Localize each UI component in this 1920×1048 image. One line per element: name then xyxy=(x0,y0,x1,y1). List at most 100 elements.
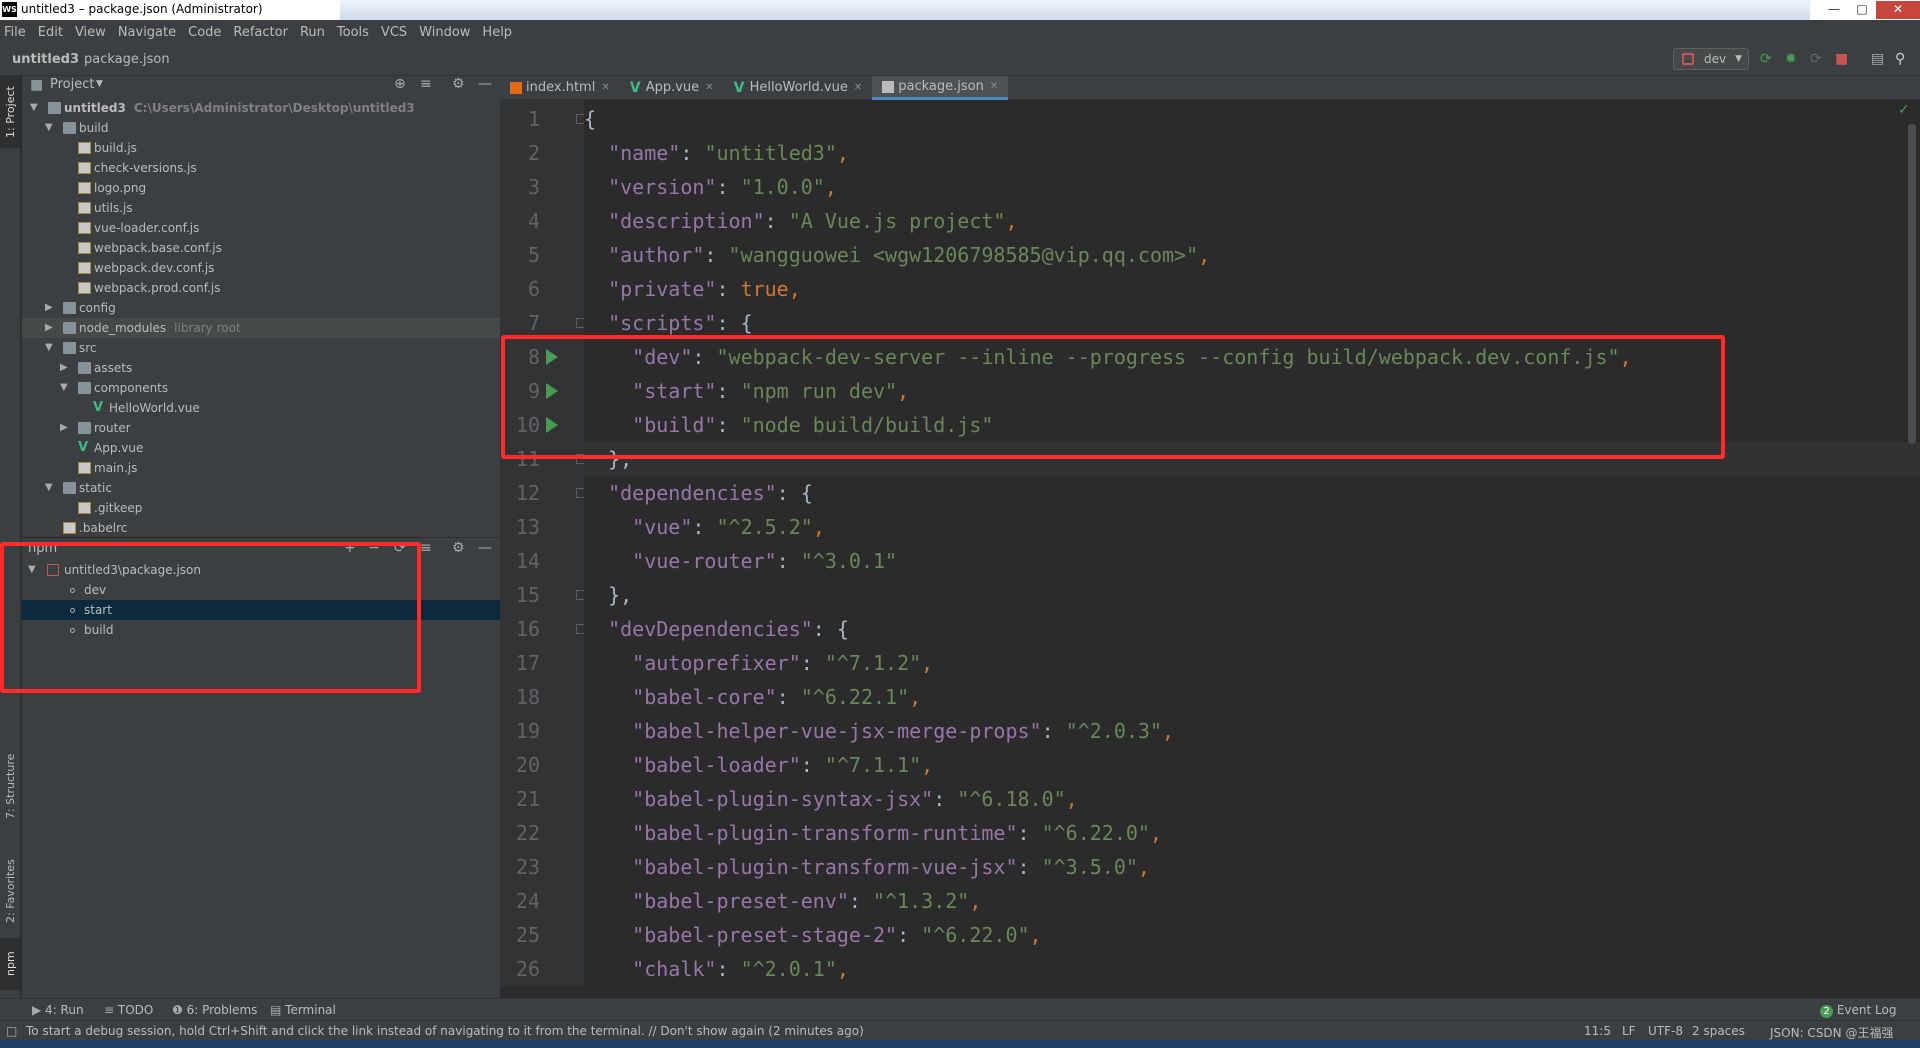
tree-row[interactable]: ▼ static xyxy=(22,478,500,498)
add-icon[interactable]: + xyxy=(344,540,356,556)
code-line: "build": "node build/build.js" xyxy=(584,408,1920,442)
run-config-dropdown[interactable]: dev ▼ xyxy=(1673,48,1749,70)
tree-row[interactable]: .gitkeep xyxy=(22,498,500,518)
maximize-icon[interactable]: □ xyxy=(1848,1,1876,19)
tree-row[interactable]: V App.vue xyxy=(22,438,500,458)
run-script-icon[interactable] xyxy=(546,349,558,365)
chevron-right-icon[interactable]: ▶ xyxy=(60,358,70,378)
chevron-down-icon[interactable]: ▼ xyxy=(45,478,55,498)
menu-item-navigate[interactable]: Navigate xyxy=(118,25,176,40)
menu-item-run[interactable]: Run xyxy=(300,25,325,40)
tree-row[interactable]: ▼ untitled3 C:\Users\Administrator\Desktop… xyxy=(22,98,500,118)
tab-helloworld-vue[interactable]: V HelloWorld.vue ✕ xyxy=(724,76,873,100)
breadcrumb-file[interactable]: package.json xyxy=(84,52,170,67)
chevron-right-icon[interactable]: ▶ xyxy=(60,418,70,438)
collapse-all-icon[interactable]: ≡ xyxy=(420,540,432,556)
tab-package-json[interactable]: package.json ✕ xyxy=(872,75,1009,100)
tab-app-vue[interactable]: V App.vue ✕ xyxy=(620,76,724,100)
npm-script-dev[interactable]: dev xyxy=(22,580,500,600)
structure-tool-tab[interactable]: 7: Structure xyxy=(0,744,21,828)
minimize-icon[interactable]: — xyxy=(1820,1,1848,19)
npm-script-start[interactable]: start xyxy=(22,600,500,620)
menu-item-edit[interactable]: Edit xyxy=(38,25,63,40)
locate-icon[interactable]: ⊕ xyxy=(394,76,406,92)
close-icon[interactable]: ✕ xyxy=(601,76,609,100)
breadcrumb-project[interactable]: untitled3 xyxy=(12,52,79,67)
tree-row[interactable]: webpack.dev.conf.js xyxy=(22,258,500,278)
npm-tool-tab[interactable]: npm xyxy=(0,938,21,990)
menu-item-view[interactable]: View xyxy=(75,25,106,40)
tree-row[interactable]: check-versions.js xyxy=(22,158,500,178)
tree-row[interactable]: main.js xyxy=(22,458,500,478)
tree-row[interactable]: ▼ components xyxy=(22,378,500,398)
editor-scrollbar[interactable] xyxy=(1908,124,1916,444)
hide-icon[interactable]: — xyxy=(478,540,492,556)
close-icon[interactable]: ✕ xyxy=(990,75,998,99)
favorites-tool-tab[interactable]: 2: Favorites xyxy=(0,846,21,936)
hide-icon[interactable]: — xyxy=(478,76,492,92)
menu-item-vcs[interactable]: VCS xyxy=(381,25,407,40)
tab-index-html[interactable]: index.html ✕ xyxy=(500,76,620,100)
close-icon[interactable]: ✕ xyxy=(1876,1,1920,19)
chevron-right-icon[interactable]: ▶ xyxy=(45,298,55,318)
debug-icon[interactable]: ✹ xyxy=(1785,52,1797,66)
refresh-icon[interactable]: ⟳ xyxy=(394,540,406,556)
json-schema[interactable]: JSON: CSDN @王福强 xyxy=(1770,1024,1893,1041)
tree-row[interactable]: ▶ router xyxy=(22,418,500,438)
menu-item-refactor[interactable]: Refactor xyxy=(233,25,288,40)
tree-row[interactable]: webpack.prod.conf.js xyxy=(22,278,500,298)
remove-icon[interactable]: − xyxy=(368,540,380,556)
tree-row[interactable]: ▶ config xyxy=(22,298,500,318)
problems-tool-tab[interactable]: ❶ 6: Problems xyxy=(172,1003,257,1017)
run-script-icon[interactable] xyxy=(546,383,558,399)
tree-row[interactable]: logo.png xyxy=(22,178,500,198)
event-log-tool-tab[interactable]: 2 Event Log xyxy=(1820,1003,1896,1018)
chevron-down-icon[interactable]: ▼ xyxy=(45,118,55,138)
tree-row[interactable]: webpack.base.conf.js xyxy=(22,238,500,258)
gear-icon[interactable]: ⚙ xyxy=(452,76,465,92)
caret-position[interactable]: 11:5 xyxy=(1584,1024,1611,1038)
todo-tool-tab[interactable]: ≡ TODO xyxy=(104,1003,153,1017)
rerun-icon[interactable]: ⟳ xyxy=(1760,52,1772,66)
line-separator[interactable]: LF xyxy=(1622,1024,1636,1038)
tree-row[interactable]: .babelrc xyxy=(22,518,500,538)
menu-item-file[interactable]: File xyxy=(4,25,26,40)
status-square-icon[interactable]: □ xyxy=(6,1024,17,1038)
coverage-icon[interactable]: ⟳ xyxy=(1810,52,1822,66)
tree-row[interactable]: utils.js xyxy=(22,198,500,218)
project-tool-tab[interactable]: 1: Project xyxy=(0,76,21,148)
close-icon[interactable]: ✕ xyxy=(705,76,713,100)
tree-row[interactable]: ▶ assets xyxy=(22,358,500,378)
run-tool-tab[interactable]: ▶ 4: Run xyxy=(32,1003,84,1017)
npm-script-build[interactable]: build xyxy=(22,620,500,640)
gear-icon[interactable]: ⚙ xyxy=(452,540,465,556)
tree-row[interactable]: V HelloWorld.vue xyxy=(22,398,500,418)
file-encoding[interactable]: UTF-8 xyxy=(1648,1024,1683,1038)
tree-row[interactable]: ▼ src xyxy=(22,338,500,358)
menu-item-help[interactable]: Help xyxy=(482,25,512,40)
project-panel-title[interactable]: Project xyxy=(50,77,94,92)
chevron-down-icon[interactable]: ▼ xyxy=(45,338,55,358)
indent-setting[interactable]: 2 spaces xyxy=(1692,1024,1745,1038)
chevron-right-icon[interactable]: ▶ xyxy=(45,318,55,338)
collapse-all-icon[interactable]: ≡ xyxy=(420,76,432,92)
tree-row[interactable]: ▼ build xyxy=(22,118,500,138)
code-token: : xyxy=(848,889,874,913)
terminal-tool-tab[interactable]: ▤ Terminal xyxy=(270,1003,336,1017)
run-script-icon[interactable] xyxy=(546,417,558,433)
search-icon[interactable]: ⚲ xyxy=(1895,52,1905,66)
chevron-down-icon[interactable]: ▼ xyxy=(96,79,103,89)
tree-row[interactable]: ▶ node_modules library root xyxy=(22,318,500,338)
npm-package-row[interactable]: ▼ untitled3\package.json xyxy=(22,560,500,580)
close-icon[interactable]: ✕ xyxy=(854,76,862,100)
menu-item-code[interactable]: Code xyxy=(188,25,221,40)
stop-icon[interactable]: ■ xyxy=(1835,52,1848,66)
menu-item-window[interactable]: Window xyxy=(419,25,470,40)
layout-icon[interactable]: ▤ xyxy=(1871,52,1884,66)
tree-row[interactable]: build.js xyxy=(22,138,500,158)
chevron-down-icon[interactable]: ▼ xyxy=(30,98,40,118)
chevron-down-icon[interactable]: ▼ xyxy=(60,378,70,398)
code-view[interactable]: { "name": "untitled3", "version": "1.0.0… xyxy=(584,100,1920,986)
menu-item-tools[interactable]: Tools xyxy=(337,25,369,40)
tree-row[interactable]: vue-loader.conf.js xyxy=(22,218,500,238)
